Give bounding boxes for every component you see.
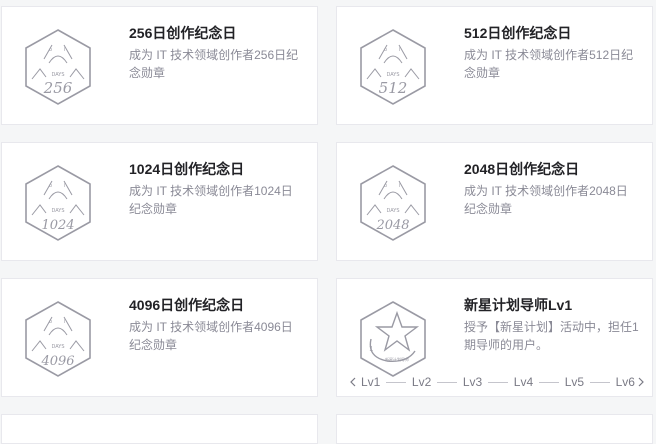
badge-card-4096[interactable]: o I DAYS 4096 4096日创作纪念日 成为 IT 技术领域创作者40… [1, 278, 318, 397]
svg-text:新星计划导师: 新星计划导师 [385, 356, 409, 362]
svg-text:DAYS: DAYS [51, 208, 64, 214]
svg-text:I: I [64, 47, 65, 53]
badge-card-512[interactable]: o I DAYS 512 512日创作纪念日 成为 IT 技术领域创作者512日… [336, 6, 653, 125]
level-tab-lv1[interactable]: Lv1 [359, 375, 382, 389]
badge-card-mentor[interactable]: 1 新星计划导师 新星计划导师Lv1 授予【新星计划】活动中，担任1期导师的用户… [336, 278, 653, 397]
badge-description: 成为 IT 技术领域创作者512日纪念勋章 [464, 48, 634, 80]
level-tab-lv4[interactable]: Lv4 [512, 375, 535, 389]
star-mentor-badge-icon: 1 新星计划导师 [360, 301, 426, 377]
svg-text:I: I [64, 183, 65, 189]
badge-title: 2048日创作纪念日 [464, 161, 580, 177]
badge-description: 授予【新星计划】活动中，担任1期导师的用户。 [464, 320, 639, 352]
badge-card-256[interactable]: o I DAYS 256 256日创作纪念日 成为 IT 技术领域创作者256日… [1, 6, 318, 125]
level-divider [386, 381, 406, 383]
badge-description: 成为 IT 技术领域创作者4096日纪念勋章 [129, 320, 293, 352]
svg-text:1: 1 [369, 345, 373, 353]
svg-text:4096: 4096 [40, 354, 74, 369]
chevron-right-icon[interactable] [637, 372, 647, 392]
hexagon-days-badge-icon: o I DAYS 4096 [25, 301, 91, 377]
level-divider [590, 381, 610, 383]
svg-text:I: I [399, 183, 400, 189]
svg-text:o: o [49, 319, 52, 325]
level-tab-lv6[interactable]: Lv6 [614, 375, 637, 389]
hexagon-days-badge-icon: o I DAYS 1024 [25, 165, 91, 241]
badge-title: 1024日创作纪念日 [129, 161, 245, 177]
level-tab-lv3[interactable]: Lv3 [461, 375, 484, 389]
badge-title: 256日创作纪念日 [129, 25, 237, 41]
svg-text:o: o [384, 183, 387, 189]
badge-card-partial[interactable] [1, 414, 318, 444]
badge-card-partial[interactable] [336, 414, 653, 444]
svg-text:DAYS: DAYS [386, 208, 399, 214]
svg-text:1024: 1024 [41, 218, 74, 233]
level-divider [539, 381, 559, 383]
svg-text:256: 256 [43, 79, 73, 97]
hexagon-days-badge-icon: o I DAYS 256 [25, 29, 91, 105]
svg-text:DAYS: DAYS [386, 72, 399, 78]
badge-description: 成为 IT 技术领域创作者256日纪念勋章 [129, 48, 299, 80]
badge-title: 512日创作纪念日 [464, 25, 572, 41]
svg-text:o: o [384, 47, 387, 53]
hexagon-days-badge-icon: o I DAYS 512 [360, 29, 426, 105]
svg-text:I: I [64, 319, 65, 325]
badge-card-2048[interactable]: o I DAYS 2048 2048日创作纪念日 成为 IT 技术领域创作者20… [336, 142, 653, 261]
badge-description: 成为 IT 技术领域创作者2048日纪念勋章 [464, 184, 628, 216]
svg-text:o: o [49, 47, 52, 53]
hexagon-days-badge-icon: o I DAYS 2048 [360, 165, 426, 241]
badge-title: 4096日创作纪念日 [129, 297, 245, 313]
level-tab-lv5[interactable]: Lv5 [563, 375, 586, 389]
chevron-left-icon[interactable] [349, 372, 359, 392]
svg-text:o: o [49, 183, 52, 189]
svg-text:I: I [399, 47, 400, 53]
svg-text:DAYS: DAYS [51, 72, 64, 78]
level-selector: Lv1 Lv2 Lv3 Lv4 Lv5 Lv6 [349, 372, 647, 392]
svg-text:512: 512 [379, 79, 408, 97]
level-tab-lv2[interactable]: Lv2 [410, 375, 433, 389]
svg-text:2048: 2048 [375, 218, 409, 233]
badge-description: 成为 IT 技术领域创作者1024日纪念勋章 [129, 184, 293, 216]
level-divider [488, 381, 508, 383]
level-divider [437, 381, 457, 383]
svg-text:DAYS: DAYS [51, 344, 64, 350]
badge-title: 新星计划导师Lv1 [464, 297, 573, 313]
badge-card-1024[interactable]: o I DAYS 1024 1024日创作纪念日 成为 IT 技术领域创作者10… [1, 142, 318, 261]
